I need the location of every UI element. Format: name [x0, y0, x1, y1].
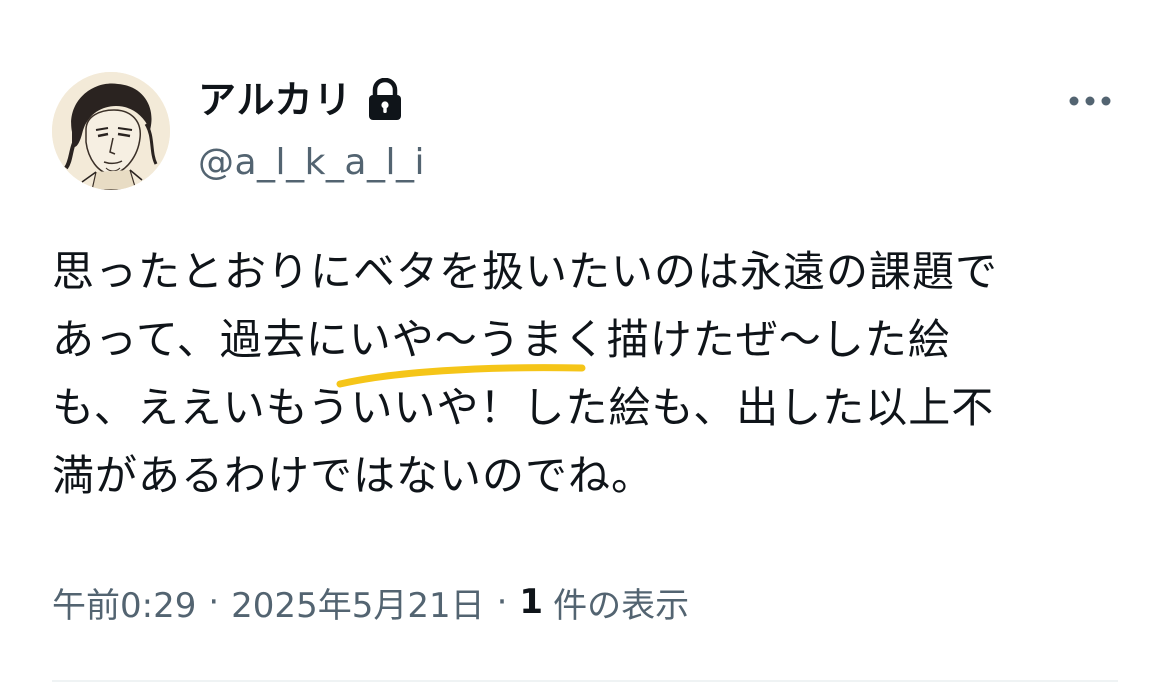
meta-separator: · — [208, 582, 220, 622]
tweet-text-line: も、ええいもういいや！した絵も、出した以上不 — [52, 383, 995, 432]
avatar[interactable] — [52, 72, 170, 190]
author-display-name[interactable]: アルカリ — [198, 74, 352, 126]
meta-separator: · — [496, 582, 508, 622]
views-count[interactable]: 1 — [519, 582, 543, 622]
tweet-text-line: 満があるわけではないのでね。 — [52, 451, 655, 500]
author-name-row: アルカリ — [198, 74, 404, 126]
more-horizontal-icon[interactable] — [1064, 86, 1116, 116]
divider — [52, 680, 1118, 682]
tweet-date[interactable]: 2025年5月21日 — [231, 578, 484, 627]
author-handle[interactable]: @a_l_k_a_l_i — [198, 138, 425, 188]
lock-icon — [366, 77, 404, 122]
tweet-text: 思ったとおりにベタを扱いたいのは永遠の課題で あって、過去にいや〜うまく描けたぜ… — [52, 238, 1122, 510]
views-label[interactable]: 件の表示 — [553, 578, 689, 627]
tweet-meta: 午前0:29 · 2025年5月21日 · 1 件の表示 — [52, 574, 689, 630]
tweet-text-line: 思ったとおりにベタを扱いたいのは永遠の課題で — [52, 247, 999, 296]
tweet-time[interactable]: 午前0:29 — [52, 578, 196, 627]
tweet-text-line: あって、過去にいや〜うまく描けたぜ〜した絵 — [52, 315, 951, 364]
avatar-portrait — [52, 72, 170, 190]
